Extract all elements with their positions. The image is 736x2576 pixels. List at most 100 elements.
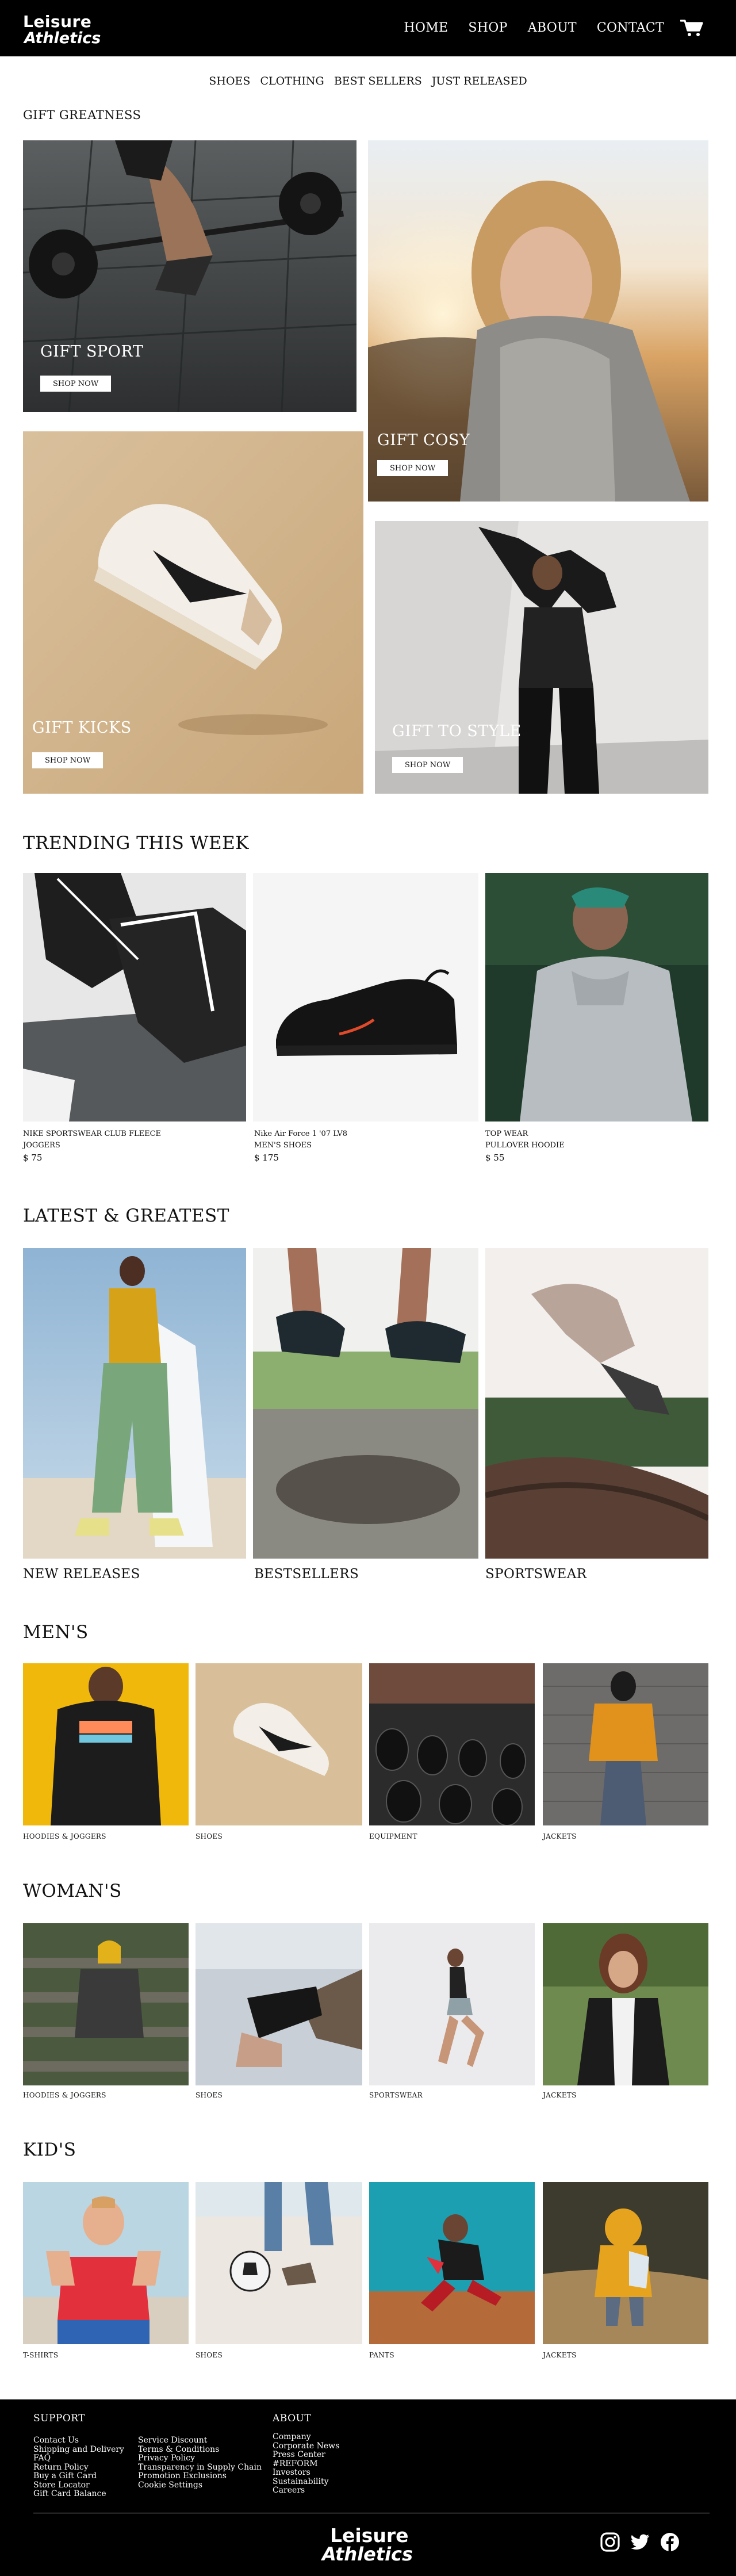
trending-item-2-name: Nike Air Force 1 '07 LV8 (254, 1130, 347, 1138)
subnav-just-released[interactable]: JUST RELEASED (432, 75, 527, 87)
latest-sportswear-image[interactable] (485, 1248, 708, 1559)
footer-link-store-locator[interactable]: Store Locator (33, 2481, 90, 2490)
trending-item-2-image[interactable] (253, 873, 478, 1122)
kids-pants-photo (369, 2182, 535, 2344)
latest-new-releases-label[interactable]: NEW RELEASES (23, 1567, 140, 1582)
gift-sport-shop-button[interactable]: SHOP NOW (40, 376, 112, 392)
mens-shoes-image[interactable] (195, 1663, 362, 1825)
womans-shoes-image[interactable] (195, 1923, 362, 2085)
brand-logo[interactable]: Leisure Athletics (23, 14, 101, 47)
kids-pants-label[interactable]: PANTS (369, 2351, 394, 2359)
facebook-icon[interactable] (659, 2531, 681, 2553)
gift-kicks-tile[interactable]: GIFT KICKS SHOP NOW (23, 431, 363, 794)
footer-link-press-center[interactable]: Press Center (273, 2450, 325, 2459)
footer-link-cookie-settings[interactable]: Cookie Settings (138, 2481, 202, 2490)
footer-link-service-discount[interactable]: Service Discount (138, 2436, 207, 2445)
gift-cosy-tile[interactable]: GIFT COSY SHOP NOW (368, 140, 708, 502)
footer-link-reform[interactable]: #REFORM (273, 2459, 318, 2468)
trending-item-3-image[interactable] (485, 873, 708, 1122)
kids-tshirts-label[interactable]: T-SHIRTS (23, 2351, 58, 2359)
gift-style-tile[interactable]: GIFT TO STYLE SHOP NOW (375, 521, 708, 794)
footer-link-faq[interactable]: FAQ (33, 2453, 51, 2463)
gift-style-label: GIFT TO STYLE (392, 722, 522, 740)
womans-jackets-photo (543, 1923, 708, 2085)
footer-link-transparency[interactable]: Transparency in Supply Chain (138, 2463, 262, 2472)
kids-tshirts-image[interactable] (23, 2182, 189, 2344)
trending-item-2-price: $ 175 (254, 1153, 279, 1163)
mens-equipment-label[interactable]: EQUIPMENT (369, 1832, 417, 1840)
nav-home[interactable]: HOME (404, 21, 448, 35)
bestsellers-photo (253, 1248, 478, 1559)
womans-hoodies-image[interactable] (23, 1923, 189, 2085)
instagram-icon[interactable] (599, 2531, 621, 2553)
footer-link-investors[interactable]: Investors (273, 2468, 310, 2477)
footer-link-corporate-news[interactable]: Corporate News (273, 2441, 339, 2451)
mens-hoodies-image[interactable] (23, 1663, 189, 1825)
gift-cosy-shop-button[interactable]: SHOP NOW (377, 460, 448, 476)
sportswear-photo (485, 1248, 708, 1559)
main-nav: HOME SHOP ABOUT CONTACT (384, 21, 664, 35)
footer-link-gift-card-balance[interactable]: Gift Card Balance (33, 2489, 106, 2498)
gift-kicks-shop-button[interactable]: SHOP NOW (32, 752, 103, 768)
kids-jackets-label[interactable]: JACKETS (543, 2351, 577, 2359)
trending-item-3-price: $ 55 (485, 1153, 505, 1163)
womans-sportswear-label[interactable]: SPORTSWEAR (369, 2091, 423, 2099)
womans-shoes-label[interactable]: SHOES (195, 2091, 223, 2099)
subnav-best-sellers[interactable]: BEST SELLERS (334, 75, 422, 87)
brand-name-line2: Athletics (24, 29, 101, 47)
cart-icon[interactable] (680, 19, 703, 37)
mens-jackets-label[interactable]: JACKETS (543, 1832, 577, 1840)
latest-sportswear-label[interactable]: SPORTSWEAR (485, 1567, 586, 1582)
footer-link-careers[interactable]: Careers (273, 2486, 305, 2495)
footer-link-buy-gift-card[interactable]: Buy a Gift Card (33, 2471, 97, 2481)
kids-section-title: KID'S (23, 2139, 76, 2160)
trending-item-2-caption: Nike Air Force 1 '07 LV8 MEN'S SHOES $ 1… (254, 1128, 347, 1165)
footer-brand-name-line2: Athletics (322, 2543, 413, 2565)
mens-shoes-label[interactable]: SHOES (195, 1832, 223, 1840)
twitter-icon[interactable] (629, 2531, 651, 2553)
nav-about[interactable]: ABOUT (528, 21, 577, 35)
footer-brand-logo[interactable]: Leisure Athletics (322, 2526, 413, 2563)
gift-section-title: GIFT GREATNESS (23, 108, 141, 122)
womans-shoes-photo (195, 1923, 362, 2085)
mens-equipment-image[interactable] (369, 1663, 535, 1825)
latest-bestsellers-label[interactable]: BESTSELLERS (254, 1567, 359, 1582)
footer-link-privacy[interactable]: Privacy Policy (138, 2453, 195, 2463)
footer-link-company[interactable]: Company (273, 2432, 311, 2441)
kids-shoes-label[interactable]: SHOES (195, 2351, 223, 2359)
womans-jackets-label[interactable]: JACKETS (543, 2091, 577, 2099)
gift-sport-label: GIFT SPORT (40, 343, 144, 361)
footer-about-heading: ABOUT (273, 2413, 312, 2424)
kids-shoes-image[interactable] (195, 2182, 362, 2344)
trending-item-1-image[interactable] (23, 873, 246, 1122)
subnav-shoes[interactable]: SHOES (209, 75, 250, 87)
gift-style-shop-button[interactable]: SHOP NOW (392, 757, 463, 773)
mens-hoodies-label[interactable]: HOODIES & JOGGERS (23, 1832, 106, 1840)
mens-hoodies-photo (23, 1663, 189, 1825)
footer-link-shipping[interactable]: Shipping and Delivery (33, 2445, 124, 2454)
footer-link-return-policy[interactable]: Return Policy (33, 2463, 89, 2472)
kids-jackets-image[interactable] (543, 2182, 708, 2344)
new-releases-photo (23, 1248, 246, 1559)
footer-link-terms[interactable]: Terms & Conditions (138, 2445, 219, 2454)
footer-link-promotion-exclusions[interactable]: Promotion Exclusions (138, 2471, 227, 2481)
latest-bestsellers-image[interactable] (253, 1248, 478, 1559)
joggers-photo (23, 873, 246, 1122)
mens-jackets-image[interactable] (543, 1663, 708, 1825)
trending-item-1-name: NIKE SPORTSWEAR CLUB FLEECE (23, 1130, 162, 1138)
womans-jackets-image[interactable] (543, 1923, 708, 2085)
kids-pants-image[interactable] (369, 2182, 535, 2344)
footer-link-sustainability[interactable]: Sustainability (273, 2477, 329, 2486)
footer-link-contact-us[interactable]: Contact Us (33, 2436, 79, 2445)
womans-sportswear-image[interactable] (369, 1923, 535, 2085)
womans-section-title: WOMAN'S (23, 1881, 122, 1901)
nav-contact[interactable]: CONTACT (597, 21, 664, 35)
mens-equipment-photo (369, 1663, 535, 1825)
mens-shoes-photo (195, 1663, 362, 1825)
gift-sport-tile[interactable]: GIFT SPORT SHOP NOW (23, 140, 356, 412)
category-subnav: SHOES CLOTHING BEST SELLERS JUST RELEASE… (0, 75, 736, 87)
subnav-clothing[interactable]: CLOTHING (260, 75, 324, 87)
nav-shop[interactable]: SHOP (468, 21, 507, 35)
womans-hoodies-label[interactable]: HOODIES & JOGGERS (23, 2091, 106, 2099)
latest-new-releases-image[interactable] (23, 1248, 246, 1559)
